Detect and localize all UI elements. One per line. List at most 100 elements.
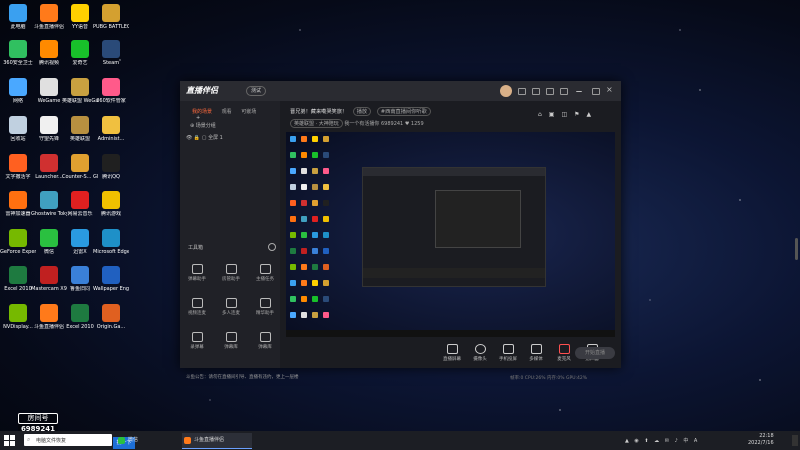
app-icon — [102, 78, 120, 96]
preview-desktop-icon — [290, 200, 296, 206]
mail-icon[interactable] — [532, 88, 540, 95]
preview-desktop-icon — [290, 280, 296, 286]
tool-video-link[interactable]: 视频连麦 — [184, 298, 210, 316]
windows-start-icon[interactable] — [4, 435, 15, 446]
preview-desktop-icon — [290, 296, 296, 302]
preview-desktop-icon — [301, 296, 307, 302]
maximize-icon[interactable] — [592, 88, 600, 95]
douyu-icon — [184, 437, 191, 444]
tool-room-admin[interactable]: 房管助手 — [218, 264, 244, 282]
tool-label: 视频连麦 — [188, 311, 206, 316]
tool-label: 主播任务 — [256, 277, 274, 282]
settings-icon[interactable] — [560, 88, 568, 95]
toolbox-title: 工具箱 — [188, 245, 204, 251]
nested-titlebar — [363, 168, 545, 176]
close-icon[interactable]: × — [606, 85, 613, 94]
tool-record-danmu[interactable]: 录弹幕 — [184, 332, 210, 350]
desktop-icon-label: 360软件管家 — [96, 98, 126, 104]
tab-embed[interactable]: 可嵌场 — [241, 109, 256, 115]
control-camera[interactable]: 摄像头 — [468, 344, 492, 362]
app-logo: 直播伴侣 — [186, 86, 218, 95]
stream-preview[interactable] — [286, 132, 615, 337]
task-douyu[interactable]: 斗鱼直播伴侣 — [182, 433, 252, 449]
preview-desktop-icon — [323, 200, 329, 206]
show-desktop-button[interactable] — [792, 435, 798, 446]
preview-desktop-icon — [301, 136, 307, 142]
version-badge[interactable]: 测试 — [246, 86, 267, 96]
control-mic[interactable]: 麦克风 — [552, 344, 576, 362]
clock-date: 2022/7/16 — [748, 440, 774, 446]
app-icon — [9, 191, 27, 209]
app-icon — [9, 78, 27, 96]
desktop-icon[interactable]: PUBG BATTLEGR... — [93, 4, 129, 30]
task-label: 斗鱼直播伴侣 — [194, 437, 225, 443]
app-icon — [9, 40, 27, 58]
control-label: 手机投屏 — [499, 357, 517, 362]
control-phone-cast[interactable]: 手机投屏 — [496, 344, 520, 362]
desktop-icon[interactable]: Steam — [93, 40, 129, 66]
fans-count: 1259 — [410, 121, 424, 127]
preview-desktop-icon — [301, 232, 307, 238]
desktop-icon[interactable]: Origin.Ga... — [93, 304, 129, 330]
tab-my-scene[interactable]: 我的场景 — [192, 109, 212, 115]
tool-label: 弹幕库 — [258, 345, 272, 350]
tool-anchor-task[interactable]: 主播任务 — [252, 264, 278, 282]
tool-danmu-lib[interactable]: 弹幕库 — [218, 332, 244, 350]
nested-inner-preview — [435, 190, 521, 248]
desktop-icon[interactable]: 腾讯QQ — [93, 154, 129, 180]
scene-item-label: 全屏 1 — [208, 135, 223, 141]
desktop-icon-label: 腾讯QQ — [102, 174, 120, 180]
scene-panel: 我的场景 观看 可嵌场 + ⊕ 场景分组 👁 🔒 ▢ 全屏 1 工具箱 弹幕助手… — [180, 101, 299, 380]
preview-desktop-icon — [323, 280, 329, 286]
start-live-button[interactable]: 开始直播 — [575, 347, 615, 359]
room-topic[interactable]: #西南直播间你听歌 — [376, 107, 431, 116]
app-icon — [40, 40, 58, 58]
desktop-icon-label: Steam — [102, 60, 120, 66]
desktop-icon[interactable]: Administ... — [93, 116, 129, 142]
avatar[interactable] — [500, 85, 512, 97]
preview-desktop-icon — [301, 248, 307, 254]
download-icon — [225, 332, 237, 342]
add-scene-button[interactable]: + — [196, 115, 200, 121]
tool-label: 弹幕助手 — [188, 277, 206, 282]
toolbox-more-icon[interactable] — [268, 243, 276, 251]
preview-desktop-icon — [290, 216, 296, 222]
app-icon — [71, 304, 89, 322]
scene-item[interactable]: 👁 🔒 ▢ 全屏 1 — [186, 134, 223, 141]
gift-icon[interactable] — [546, 88, 554, 95]
preview-desktop-icon — [323, 152, 329, 158]
message-icon[interactable] — [518, 88, 526, 95]
preview-desktop-icon — [301, 184, 307, 190]
search-box[interactable]: ⌕ 电脑文件恢复 搜一下 — [24, 434, 135, 449]
room-title[interactable]: 晋兄弟！藏来嘞哭笑旅！ — [290, 109, 347, 115]
preview-desktop-icon — [323, 312, 329, 318]
system-tray[interactable]: ▲ ◉ ⬆ ☁ ✉ ♪ 中 A — [625, 437, 699, 444]
scene-group-row[interactable]: ⊕ 场景分组 — [190, 122, 216, 129]
desktop-icon[interactable]: Wallpaper Engine:... — [93, 266, 129, 292]
room-category[interactable]: 英雄联盟 · 大神陪玩 — [290, 119, 343, 128]
desktop-icon[interactable]: 360软件管家 — [93, 78, 129, 104]
tool-danmu-helper[interactable]: 弹幕助手 — [184, 264, 210, 282]
edge-handle[interactable] — [795, 238, 798, 260]
app-icon — [102, 154, 120, 172]
minimize-icon[interactable] — [576, 88, 582, 92]
room-actions[interactable]: ⌂▣◫⚑▲ — [538, 111, 598, 118]
task-wechat[interactable]: 微信 — [116, 433, 180, 448]
star-icon — [259, 298, 271, 308]
clock[interactable]: 22:18 2022/7/16 — [748, 433, 774, 447]
tool-danmu-lib-2[interactable]: 弹幕库 — [252, 332, 278, 350]
preview-desktop-icon — [312, 184, 318, 190]
room-tag[interactable]: 播放 — [352, 107, 372, 116]
preview-desktop-icon — [323, 184, 329, 190]
control-media[interactable]: 多媒体 — [524, 344, 548, 362]
search-input[interactable]: 电脑文件恢复 — [36, 437, 66, 444]
tool-highlight[interactable]: 精华助手 — [252, 298, 278, 316]
tool-multi-link[interactable]: 多人连麦 — [218, 298, 244, 316]
tool-label: 多人连麦 — [222, 311, 240, 316]
tab-watch[interactable]: 观看 — [222, 109, 232, 115]
desktop-icon[interactable]: 腾讯游戏 — [93, 191, 129, 217]
preview-desktop-icon — [312, 280, 318, 286]
tool-label: 精华助手 — [256, 311, 274, 316]
control-screen[interactable]: 直播屏幕 — [440, 344, 464, 362]
desktop-icon[interactable]: Microsoft Edge — [93, 229, 129, 255]
